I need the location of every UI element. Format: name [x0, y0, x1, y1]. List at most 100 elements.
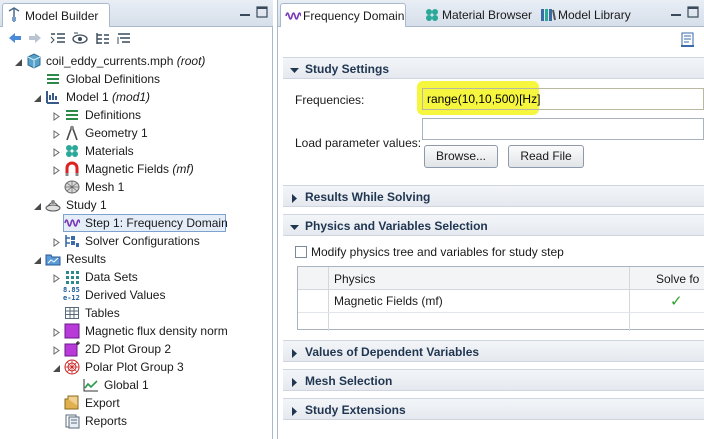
section-study-settings-title: Study Settings — [305, 62, 390, 76]
tree-label-definitions: Definitions — [85, 108, 142, 122]
model-icon — [45, 89, 61, 105]
tab-material-browser[interactable]: Material Browser — [420, 3, 535, 27]
collapsed-chevron-icon[interactable] — [52, 326, 61, 337]
tree-suffix-model-1: (mod1) — [112, 90, 151, 104]
physics-table: Physics Solve fo Magnetic Fields (mf) ✓ — [297, 266, 704, 331]
physics-column-header[interactable]: Physics — [334, 272, 375, 286]
maximize-icon[interactable] — [686, 5, 700, 19]
tree-item-step-1-frequency-domain[interactable]: Step 1: Frequency Domain — [0, 214, 273, 232]
root-model-icon — [26, 53, 42, 69]
sort-tree-icon[interactable] — [116, 31, 132, 46]
tree-item-model-1[interactable]: Model 1 (mod1) — [0, 88, 273, 106]
frequencies-input[interactable] — [422, 88, 704, 110]
3d-plot-group-icon — [64, 323, 80, 339]
settings-tab-bar: Frequency Domain Material Browser Model … — [278, 0, 704, 27]
tree-item-tables[interactable]: Tables — [0, 304, 273, 322]
table-row[interactable]: Magnetic Fields (mf) ✓ — [298, 290, 704, 312]
forward-arrow-icon[interactable] — [27, 31, 43, 46]
tree-item-mesh-1[interactable]: Mesh 1 — [0, 178, 273, 196]
expanded-chevron-icon[interactable] — [33, 254, 42, 264]
frequency-domain-icon — [64, 215, 81, 231]
expanded-chevron-icon[interactable] — [33, 92, 42, 102]
show-icon[interactable] — [72, 31, 88, 46]
help-icon[interactable] — [680, 32, 696, 48]
collapsed-chevron-icon[interactable] — [52, 272, 61, 283]
expanded-chevron-icon[interactable] — [33, 200, 42, 210]
collapsed-chevron-icon[interactable] — [52, 236, 61, 247]
data-sets-grid-icon — [64, 269, 80, 285]
tab-model-library[interactable]: Model Library — [536, 3, 646, 27]
section-values-dependent-variables[interactable]: Values of Dependent Variables — [283, 340, 704, 362]
tree-item-root[interactable]: coil_eddy_currents.mph (root) — [0, 52, 273, 70]
expand-tree-icon[interactable] — [94, 31, 110, 46]
read-file-button[interactable]: Read File — [508, 145, 584, 168]
tree-item-polar-plot-group-3[interactable]: Polar Plot Group 3 — [0, 358, 273, 376]
collapsed-chevron-icon[interactable] — [52, 344, 61, 355]
load-parameter-values-input[interactable] — [422, 118, 704, 140]
tree-item-magnetic-flux-density-norm[interactable]: Magnetic flux density norm — [0, 322, 273, 340]
physics-cell: Magnetic Fields (mf) — [334, 294, 443, 308]
tree-label-mesh-1: Mesh 1 — [85, 180, 125, 194]
expanded-chevron-icon[interactable] — [52, 362, 61, 372]
expanded-chevron-icon[interactable] — [14, 56, 23, 66]
collapsed-chevron-icon[interactable] — [52, 164, 61, 175]
tree-item-global-definitions[interactable]: Global Definitions — [0, 70, 273, 88]
tree-item-derived-values[interactable]: 8.85 e-12 Derived Values — [0, 286, 273, 304]
tab-frequency-domain-label: Frequency Domain — [303, 9, 405, 23]
tree-item-geometry-1[interactable]: Geometry 1 — [0, 124, 273, 142]
tab-material-browser-label: Material Browser — [442, 8, 533, 22]
magnet-icon — [64, 161, 80, 177]
global-plot-line-icon — [83, 377, 99, 393]
model-builder-tab[interactable]: Model Builder — [2, 3, 110, 27]
tree-label-global-1: Global 1 — [104, 378, 149, 392]
tree-item-global-1[interactable]: Global 1 — [0, 376, 273, 394]
section-dependent-values-title: Values of Dependent Variables — [305, 345, 480, 359]
collapsed-chevron-icon[interactable] — [52, 146, 61, 157]
minimize-icon[interactable] — [238, 5, 252, 19]
tree-label-model-1: Model 1 — [66, 90, 109, 104]
load-parameter-values-label: Load parameter values: — [295, 136, 422, 150]
section-study-settings[interactable]: Study Settings — [283, 57, 704, 79]
browse-button[interactable]: Browse... — [424, 145, 498, 168]
solve-for-check-icon[interactable]: ✓ — [670, 292, 683, 310]
table-icon — [64, 305, 80, 321]
reports-icon — [64, 413, 80, 429]
maximize-icon[interactable] — [255, 5, 269, 19]
section-results-while-solving-title: Results While Solving — [305, 190, 431, 204]
section-mesh-selection[interactable]: Mesh Selection — [283, 369, 704, 391]
tab-model-library-label: Model Library — [558, 8, 631, 22]
tree-item-materials[interactable]: Materials — [0, 142, 273, 160]
back-arrow-icon[interactable] — [7, 31, 23, 46]
tree-item-2d-plot-group-2[interactable]: 2D Plot Group 2 — [0, 340, 273, 358]
collapse-list-icon[interactable] — [50, 31, 66, 46]
collapsed-chevron-icon[interactable] — [52, 110, 61, 121]
2d-plot-group-icon — [64, 341, 80, 357]
tree-suffix-magnetic-fields: (mf) — [172, 162, 194, 176]
model-library-icon — [540, 7, 556, 23]
tree-item-solver-configurations[interactable]: Solver Configurations — [0, 232, 273, 250]
tree-label-tables: Tables — [85, 306, 120, 320]
modify-physics-checkbox[interactable] — [295, 246, 307, 258]
minimize-icon[interactable] — [669, 5, 683, 19]
section-mesh-selection-title: Mesh Selection — [305, 374, 393, 388]
tree-item-data-sets[interactable]: Data Sets — [0, 268, 273, 286]
tree-label-results: Results — [66, 252, 107, 266]
tab-frequency-domain[interactable]: Frequency Domain — [280, 3, 406, 27]
section-study-extensions-title: Study Extensions — [305, 403, 406, 417]
row-separator — [298, 312, 704, 313]
section-study-extensions[interactable]: Study Extensions — [283, 398, 704, 420]
tree-item-export[interactable]: Export — [0, 394, 273, 412]
collapsed-chevron-icon[interactable] — [52, 128, 61, 139]
section-physics-variables-selection[interactable]: Physics and Variables Selection — [283, 214, 704, 236]
solve-for-column-header[interactable]: Solve fo — [656, 272, 699, 286]
tree-item-magnetic-fields[interactable]: Magnetic Fields (mf) — [0, 160, 273, 178]
collapsed-arrow-icon — [290, 405, 299, 416]
frequency-domain-icon — [285, 8, 302, 24]
tree-item-study-1[interactable]: Study 1 — [0, 196, 273, 214]
frequencies-label: Frequencies: — [295, 93, 365, 107]
study-icon — [45, 197, 61, 213]
tree-item-results[interactable]: Results — [0, 250, 273, 268]
tree-item-definitions[interactable]: Definitions — [0, 106, 273, 124]
section-results-while-solving[interactable]: Results While Solving — [283, 185, 704, 207]
tree-item-reports[interactable]: Reports — [0, 412, 273, 430]
